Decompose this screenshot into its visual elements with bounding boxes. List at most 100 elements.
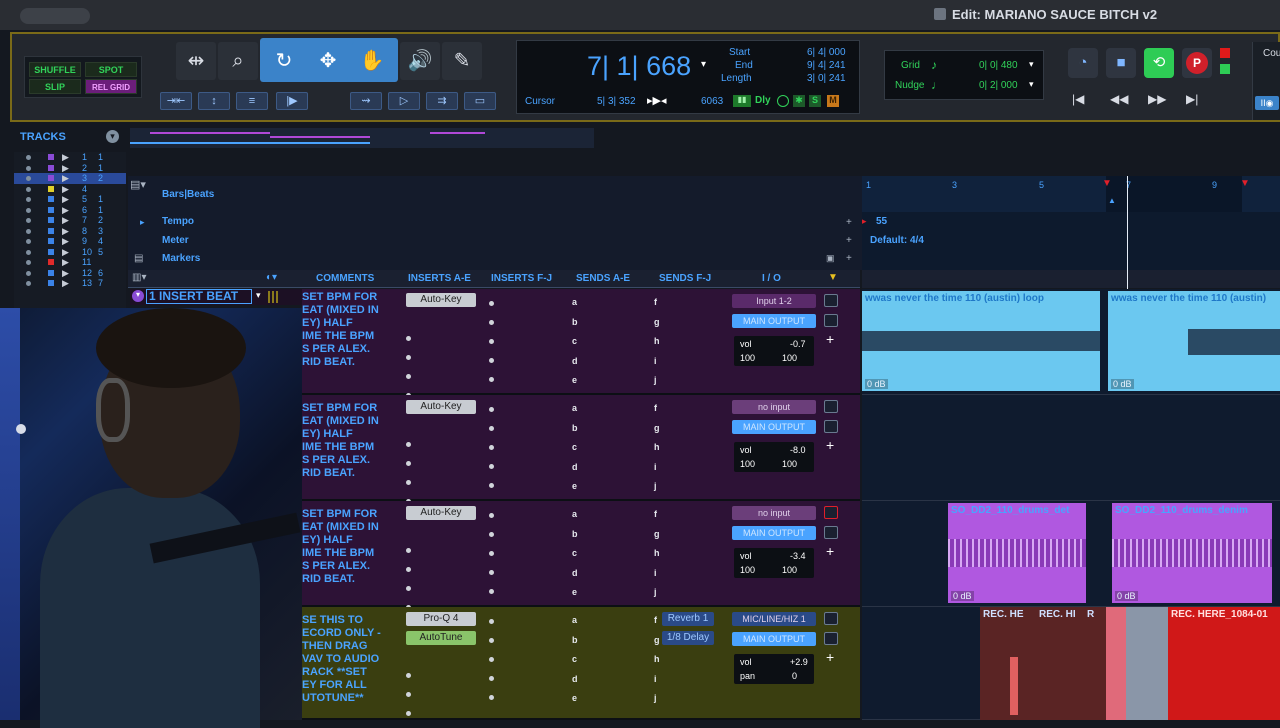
counter-dropdown-icon[interactable]: ▾ <box>701 59 706 70</box>
track-comment[interactable]: SE THIS TO ECORD ONLY - THEN DRAG VAV TO… <box>302 614 400 705</box>
record-button[interactable]: P <box>1182 48 1212 78</box>
zoom-toggle-icon[interactable]: ⇹ <box>176 42 216 80</box>
slip-mode-button[interactable]: SLIP <box>29 79 81 94</box>
marker-view-icon[interactable]: ▣ <box>826 253 835 264</box>
audio-clip[interactable]: wwas never the time 110 (austin) 0 dB <box>1108 291 1280 391</box>
output-selector[interactable]: MAIN OUTPUT <box>732 526 816 540</box>
track-show-icon[interactable] <box>26 186 31 192</box>
playhead-marker[interactable]: ▲ <box>1108 196 1116 205</box>
input-selector[interactable]: no input <box>732 506 816 520</box>
track-list-item[interactable]: ▶ 12 6 <box>14 268 126 279</box>
send-slot-label[interactable]: d <box>572 462 578 472</box>
send-slot-label[interactable]: b <box>572 529 578 539</box>
scrubber-tool-icon[interactable]: 🔊 <box>400 42 440 80</box>
empty-insert-slot[interactable] <box>489 483 494 488</box>
empty-insert-slot[interactable] <box>489 551 494 556</box>
track-list-item[interactable]: ▶ 9 4 <box>14 236 126 247</box>
add-meter-icon[interactable]: + <box>846 235 852 246</box>
output-selector[interactable]: MAIN OUTPUT <box>732 632 816 646</box>
spot-mode-button[interactable]: SPOT <box>85 62 137 77</box>
send-slot-label[interactable]: h <box>654 548 660 558</box>
send-slot-label[interactable]: i <box>654 462 657 472</box>
trim-tool-icon[interactable]: ↻ <box>264 42 304 80</box>
track-show-icon[interactable] <box>26 218 31 223</box>
send-slot-label[interactable]: f <box>654 297 657 307</box>
output-selector[interactable]: MAIN OUTPUT <box>732 420 816 434</box>
audio-clip[interactable]: REC. HERE_1084-01 <box>1168 607 1280 720</box>
tempo-marker-icon[interactable]: ▸ <box>862 216 867 227</box>
audio-clip[interactable]: R <box>1084 607 1106 720</box>
empty-insert-slot[interactable] <box>489 464 494 469</box>
audio-clip[interactable]: SO_DD2_110_drums_det 0 dB <box>948 503 1086 603</box>
empty-insert-slot[interactable] <box>489 570 494 575</box>
pan-left-value[interactable]: 100 <box>740 459 755 469</box>
solo-button[interactable]: S <box>809 95 821 107</box>
pan-right-value[interactable]: 100 <box>782 459 797 469</box>
send-slot-label[interactable]: j <box>654 481 657 491</box>
send-slot-label[interactable]: f <box>654 509 657 519</box>
empty-insert-slot[interactable] <box>489 638 494 643</box>
playlist-icon[interactable] <box>824 420 838 433</box>
selected-region[interactable] <box>1126 607 1168 720</box>
playlist-icon[interactable] <box>824 526 838 539</box>
empty-insert-slot[interactable] <box>489 589 494 594</box>
pan-right-value[interactable]: 100 <box>782 565 797 575</box>
empty-insert-slot[interactable] <box>489 445 494 450</box>
empty-insert-slot[interactable] <box>489 320 494 325</box>
empty-insert-slot[interactable] <box>406 673 411 678</box>
empty-insert-slot[interactable] <box>489 676 494 681</box>
send-slot-label[interactable]: a <box>572 403 577 413</box>
track-list-item[interactable]: ▶ 8 3 <box>14 226 126 237</box>
send-slot-label[interactable]: i <box>654 356 657 366</box>
empty-insert-slot[interactable] <box>406 567 411 572</box>
track-show-icon[interactable] <box>26 249 31 255</box>
delay-comp-button[interactable]: Dly <box>755 95 771 106</box>
track-show-icon[interactable] <box>26 260 31 265</box>
send-slot-label[interactable]: i <box>654 674 657 684</box>
nudge-dropdown-icon[interactable]: ▾ <box>1029 79 1034 90</box>
empty-insert-slot[interactable] <box>406 374 411 379</box>
nudge-value[interactable]: 0| 2| 000 <box>979 80 1018 91</box>
empty-insert-slot[interactable] <box>406 586 411 591</box>
insert-slot-a[interactable]: Pro-Q 4 <box>406 612 476 626</box>
track-list-item[interactable]: ▶ 11 <box>14 152 126 163</box>
track-menu-icon[interactable]: ▾ <box>132 290 144 302</box>
send-slot-label[interactable]: c <box>572 336 577 346</box>
send-slot-label[interactable]: g <box>654 529 660 539</box>
meter-icon[interactable]: ▮▮ <box>733 95 751 107</box>
send-slot-label[interactable]: f <box>654 403 657 413</box>
pencil-tool-icon[interactable]: ✎ <box>442 42 482 80</box>
loop-play-button[interactable]: ⟲ <box>1144 48 1174 78</box>
track-height-icon[interactable] <box>268 291 280 303</box>
ruler-menu-icon[interactable]: ▤▾ <box>130 178 156 191</box>
send-slot-label[interactable]: h <box>654 654 660 664</box>
send-slot-label[interactable]: g <box>654 423 660 433</box>
fit-zoom-icon[interactable]: |▶ <box>276 92 308 110</box>
add-lane-icon[interactable]: + <box>826 331 834 347</box>
selector-tool-icon[interactable]: ✥ <box>308 42 348 80</box>
main-counter-value[interactable]: 7| 1| 668 <box>587 51 691 82</box>
view-selector-icon[interactable]: ◐▾ <box>266 272 277 283</box>
send-slot-label[interactable]: a <box>572 615 577 625</box>
track-show-icon[interactable] <box>26 239 31 244</box>
track-name-dropdown-icon[interactable]: ▾ <box>256 290 261 301</box>
empty-insert-slot[interactable] <box>489 513 494 518</box>
track-list-item[interactable]: ▶ 11 <box>14 257 126 268</box>
link-track-icon[interactable]: ▷ <box>388 92 420 110</box>
link-timeline-icon[interactable]: ⇝ <box>350 92 382 110</box>
send-slot-label[interactable]: i <box>654 568 657 578</box>
waveform-zoom-icon[interactable]: ≡ <box>236 92 268 110</box>
track-options-icon[interactable]: ▥▾ <box>132 272 146 283</box>
empty-insert-slot[interactable] <box>489 426 494 431</box>
track-show-icon[interactable] <box>26 270 31 276</box>
audio-clip[interactable]: wwas never the time 110 (austin) loop 0 d… <box>862 291 1100 391</box>
empty-insert-slot[interactable] <box>489 532 494 537</box>
shuffle-mode-button[interactable]: SHUFFLE <box>29 62 81 77</box>
mute-button[interactable]: M <box>827 95 839 107</box>
send-slot-label[interactable]: a <box>572 509 577 519</box>
empty-insert-slot[interactable] <box>406 711 411 716</box>
input-selector[interactable]: MIC/LINE/HIZ 1 <box>732 612 816 626</box>
playlist-icon[interactable] <box>824 314 838 327</box>
input-selector[interactable]: Input 1-2 <box>732 294 816 308</box>
marker-list-icon[interactable]: ▤ <box>134 253 143 264</box>
